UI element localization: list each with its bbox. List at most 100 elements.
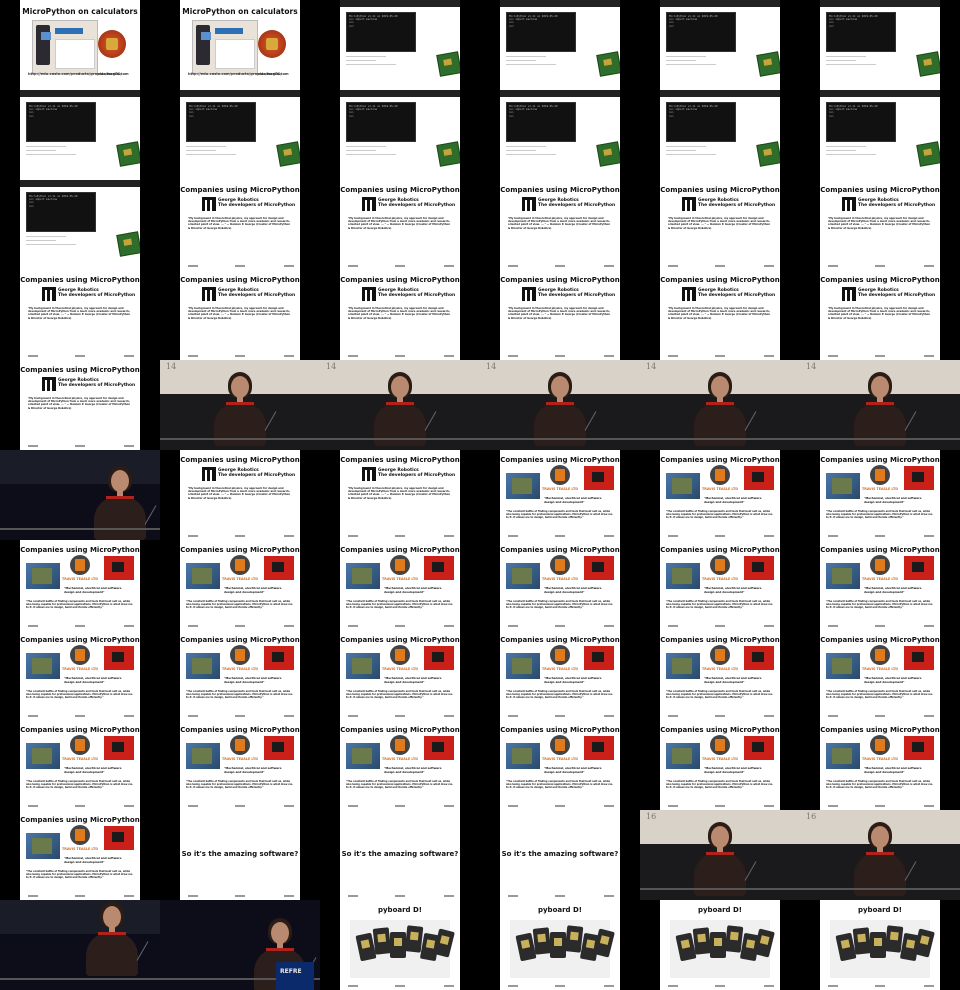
- microphone-stand: [136, 941, 149, 961]
- thumbnail-speaker[interactable]: 14: [320, 360, 480, 450]
- slide-footer-mark: [348, 625, 358, 627]
- thumbnail-travis[interactable]: Companies using MicroPython TRAVIS TEASLE…: [800, 450, 960, 540]
- slide-footer-mark: [188, 535, 198, 537]
- thumbnail-travis[interactable]: Companies using MicroPython TRAVIS TEASLE…: [160, 630, 320, 720]
- thumbnail-travis[interactable]: Companies using MicroPython TRAVIS TEASLE…: [640, 540, 800, 630]
- terminal-line: >>>: [349, 24, 354, 28]
- thumbnail-demo[interactable]: MicroPython v1.11 on 2019-05-29 >>> impor…: [320, 90, 480, 180]
- speaker-video-frame: 14: [160, 360, 320, 450]
- thumbnail-calc[interactable]: MicroPython on calculators http://edu.cas…: [160, 0, 320, 90]
- thumbnail-travis[interactable]: Companies using MicroPython TRAVIS TEASLE…: [640, 720, 800, 810]
- thumbnail-george[interactable]: Companies using MicroPython George Roboti…: [480, 180, 640, 270]
- thumbnail-pyboard[interactable]: pyboard D!: [640, 900, 800, 990]
- thumbnail-george[interactable]: Companies using MicroPython George Roboti…: [800, 270, 960, 360]
- thumbnail-travis[interactable]: Companies using MicroPython TRAVIS TEASLE…: [800, 720, 960, 810]
- thumbnail-george[interactable]: Companies using MicroPython George Roboti…: [320, 180, 480, 270]
- thumbnail-george[interactable]: Companies using MicroPython George Roboti…: [0, 360, 160, 450]
- thumbnail-demo[interactable]: MicroPython v1.11 on 2019-05-29 >>> impor…: [480, 90, 640, 180]
- thumbnail-demo[interactable]: MicroPython v1.11 on 2019-05-29 >>> impor…: [640, 90, 800, 180]
- thumbnail-travis[interactable]: Companies using MicroPython TRAVIS TEASLE…: [480, 450, 640, 540]
- text-line: [26, 240, 56, 241]
- thumbnail-demo[interactable]: MicroPython v1.11 on 2019-05-29 >>> impor…: [0, 90, 160, 180]
- slide-footer-mark: [124, 715, 134, 717]
- calculator-photo: [32, 20, 98, 74]
- slide-footer-mark: [444, 535, 454, 537]
- thumbnail-speaker2[interactable]: 16: [640, 810, 800, 900]
- testimonial-quote: "The constant battle of finding componen…: [26, 600, 133, 609]
- thumbnail-travis[interactable]: Companies using MicroPython TRAVIS TEASLE…: [320, 720, 480, 810]
- thumbnail-travis[interactable]: Companies using MicroPython TRAVIS TEASLE…: [320, 540, 480, 630]
- company-name: TRAVIS TEASLE LTD: [542, 667, 578, 671]
- thumbnail-travis[interactable]: Companies using MicroPython TRAVIS TEASLE…: [320, 630, 480, 720]
- slide-footer-mark: [555, 355, 565, 357]
- calculator-screen: [201, 32, 211, 40]
- pyboard-photo-area: [830, 920, 935, 978]
- thumbnail-demo[interactable]: MicroPython v1.11 on 2019-05-29 >>> impor…: [320, 0, 480, 90]
- thumbnail-pyboard[interactable]: pyboard D!: [480, 900, 640, 990]
- thumbnail-travis[interactable]: Companies using MicroPython TRAVIS TEASLE…: [480, 630, 640, 720]
- thumbnail-demo[interactable]: MicroPython v1.11 on 2019-05-29 >>> impor…: [0, 180, 160, 270]
- thumbnail-travis[interactable]: Companies using MicroPython TRAVIS TEASLE…: [480, 540, 640, 630]
- thumbnail-travis[interactable]: Companies using MicroPython TRAVIS TEASLE…: [640, 630, 800, 720]
- thumbnail-travis[interactable]: Companies using MicroPython TRAVIS TEASLE…: [800, 630, 960, 720]
- thumbnail-speakerDark2[interactable]: REFRE: [160, 900, 320, 990]
- thumbnail-demo[interactable]: MicroPython v1.11 on 2019-05-29 >>> impor…: [160, 90, 320, 180]
- thumbnail-speakerL[interactable]: [0, 450, 160, 540]
- thumbnail-travis[interactable]: Companies using MicroPython TRAVIS TEASLE…: [480, 720, 640, 810]
- thumbnail-software[interactable]: So it's the amazing software?: [480, 810, 640, 900]
- slide-companies-travis: Companies using MicroPython TRAVIS TEASLE…: [180, 540, 300, 630]
- thumbnail-speakerDark[interactable]: [0, 900, 160, 990]
- slide-footer-mark: [348, 985, 358, 987]
- thumbnail-george[interactable]: Companies using MicroPython George Roboti…: [800, 180, 960, 270]
- red-device-photo: [424, 646, 454, 670]
- text-line: [186, 150, 216, 151]
- red-device-photo: [424, 736, 454, 760]
- thumbnail-travis[interactable]: Companies using MicroPython TRAVIS TEASLE…: [160, 540, 320, 630]
- thumbnail-speaker[interactable]: 14: [800, 360, 960, 450]
- terminal-window: MicroPython v1.11 on 2019-05-29 >>> impor…: [506, 12, 576, 52]
- thumbnail-software[interactable]: So it's the amazing software?: [320, 810, 480, 900]
- thumbnail-travis[interactable]: Companies using MicroPython TRAVIS TEASLE…: [800, 540, 960, 630]
- thumbnail-george[interactable]: Companies using MicroPython George Roboti…: [640, 270, 800, 360]
- thumbnail-travis[interactable]: Companies using MicroPython TRAVIS TEASLE…: [0, 540, 160, 630]
- thumbnail-george[interactable]: Companies using MicroPython George Roboti…: [160, 180, 320, 270]
- thumbnail-speaker2[interactable]: 16: [800, 810, 960, 900]
- thumbnail-george[interactable]: Companies using MicroPython George Roboti…: [160, 450, 320, 540]
- thumbnail-speaker[interactable]: 14: [160, 360, 320, 450]
- thumbnail-pyboard[interactable]: pyboard D!: [800, 900, 960, 990]
- circuit-board-photo: [26, 833, 60, 859]
- thumbnail-travis[interactable]: Companies using MicroPython TRAVIS TEASLE…: [0, 810, 160, 900]
- thumbnail-demo[interactable]: MicroPython v1.11 on 2019-05-29 >>> impor…: [800, 0, 960, 90]
- thumbnail-travis[interactable]: Companies using MicroPython TRAVIS TEASLE…: [160, 720, 320, 810]
- thumbnail-speaker[interactable]: 14: [640, 360, 800, 450]
- slide-footer-mark: [604, 535, 614, 537]
- slide-number: 14: [486, 362, 497, 371]
- thumbnail-george[interactable]: Companies using MicroPython George Roboti…: [320, 450, 480, 540]
- thumbnail-demo[interactable]: MicroPython v1.11 on 2019-05-29 >>> impor…: [800, 90, 960, 180]
- thumbnail-software[interactable]: So it's the amazing software?: [160, 810, 320, 900]
- thumbnail-george[interactable]: Companies using MicroPython George Roboti…: [480, 270, 640, 360]
- company-tagline: The developers of MicroPython: [698, 203, 776, 209]
- thumbnail-travis[interactable]: Companies using MicroPython TRAVIS TEASLE…: [640, 450, 800, 540]
- slide-footer-mark: [604, 355, 614, 357]
- thumbnail-speaker[interactable]: 14: [480, 360, 640, 450]
- terminal-line: >>>: [829, 24, 834, 28]
- testimonial-quote: "My background in theoretical physics, m…: [828, 307, 930, 320]
- thumbnail-demo[interactable]: MicroPython v1.11 on 2019-05-29 >>> impor…: [480, 0, 640, 90]
- thumbnail-george[interactable]: Companies using MicroPython George Roboti…: [320, 270, 480, 360]
- thumbnail-george[interactable]: Companies using MicroPython George Roboti…: [160, 270, 320, 360]
- thumbnail-demo[interactable]: MicroPython v1.11 on 2019-05-29 >>> impor…: [640, 0, 800, 90]
- microphone-stand: [744, 861, 757, 881]
- slide-companies-travis: Companies using MicroPython TRAVIS TEASLE…: [20, 810, 140, 900]
- calculator-label-banner: [215, 28, 243, 34]
- thumbnail-george[interactable]: Companies using MicroPython George Roboti…: [640, 180, 800, 270]
- thumbnail-travis[interactable]: Companies using MicroPython TRAVIS TEASLE…: [0, 720, 160, 810]
- thumbnail-pyboard[interactable]: pyboard D!: [320, 900, 480, 990]
- projection-screen: [0, 900, 160, 934]
- shirt-collar: [226, 402, 254, 405]
- thumbnail-travis[interactable]: Companies using MicroPython TRAVIS TEASLE…: [0, 630, 160, 720]
- thumbnail-calc[interactable]: MicroPython on calculators http://edu.cas…: [0, 0, 160, 90]
- red-device-photo: [104, 556, 134, 580]
- shirt-collar: [866, 402, 894, 405]
- thumbnail-george[interactable]: Companies using MicroPython George Roboti…: [0, 270, 160, 360]
